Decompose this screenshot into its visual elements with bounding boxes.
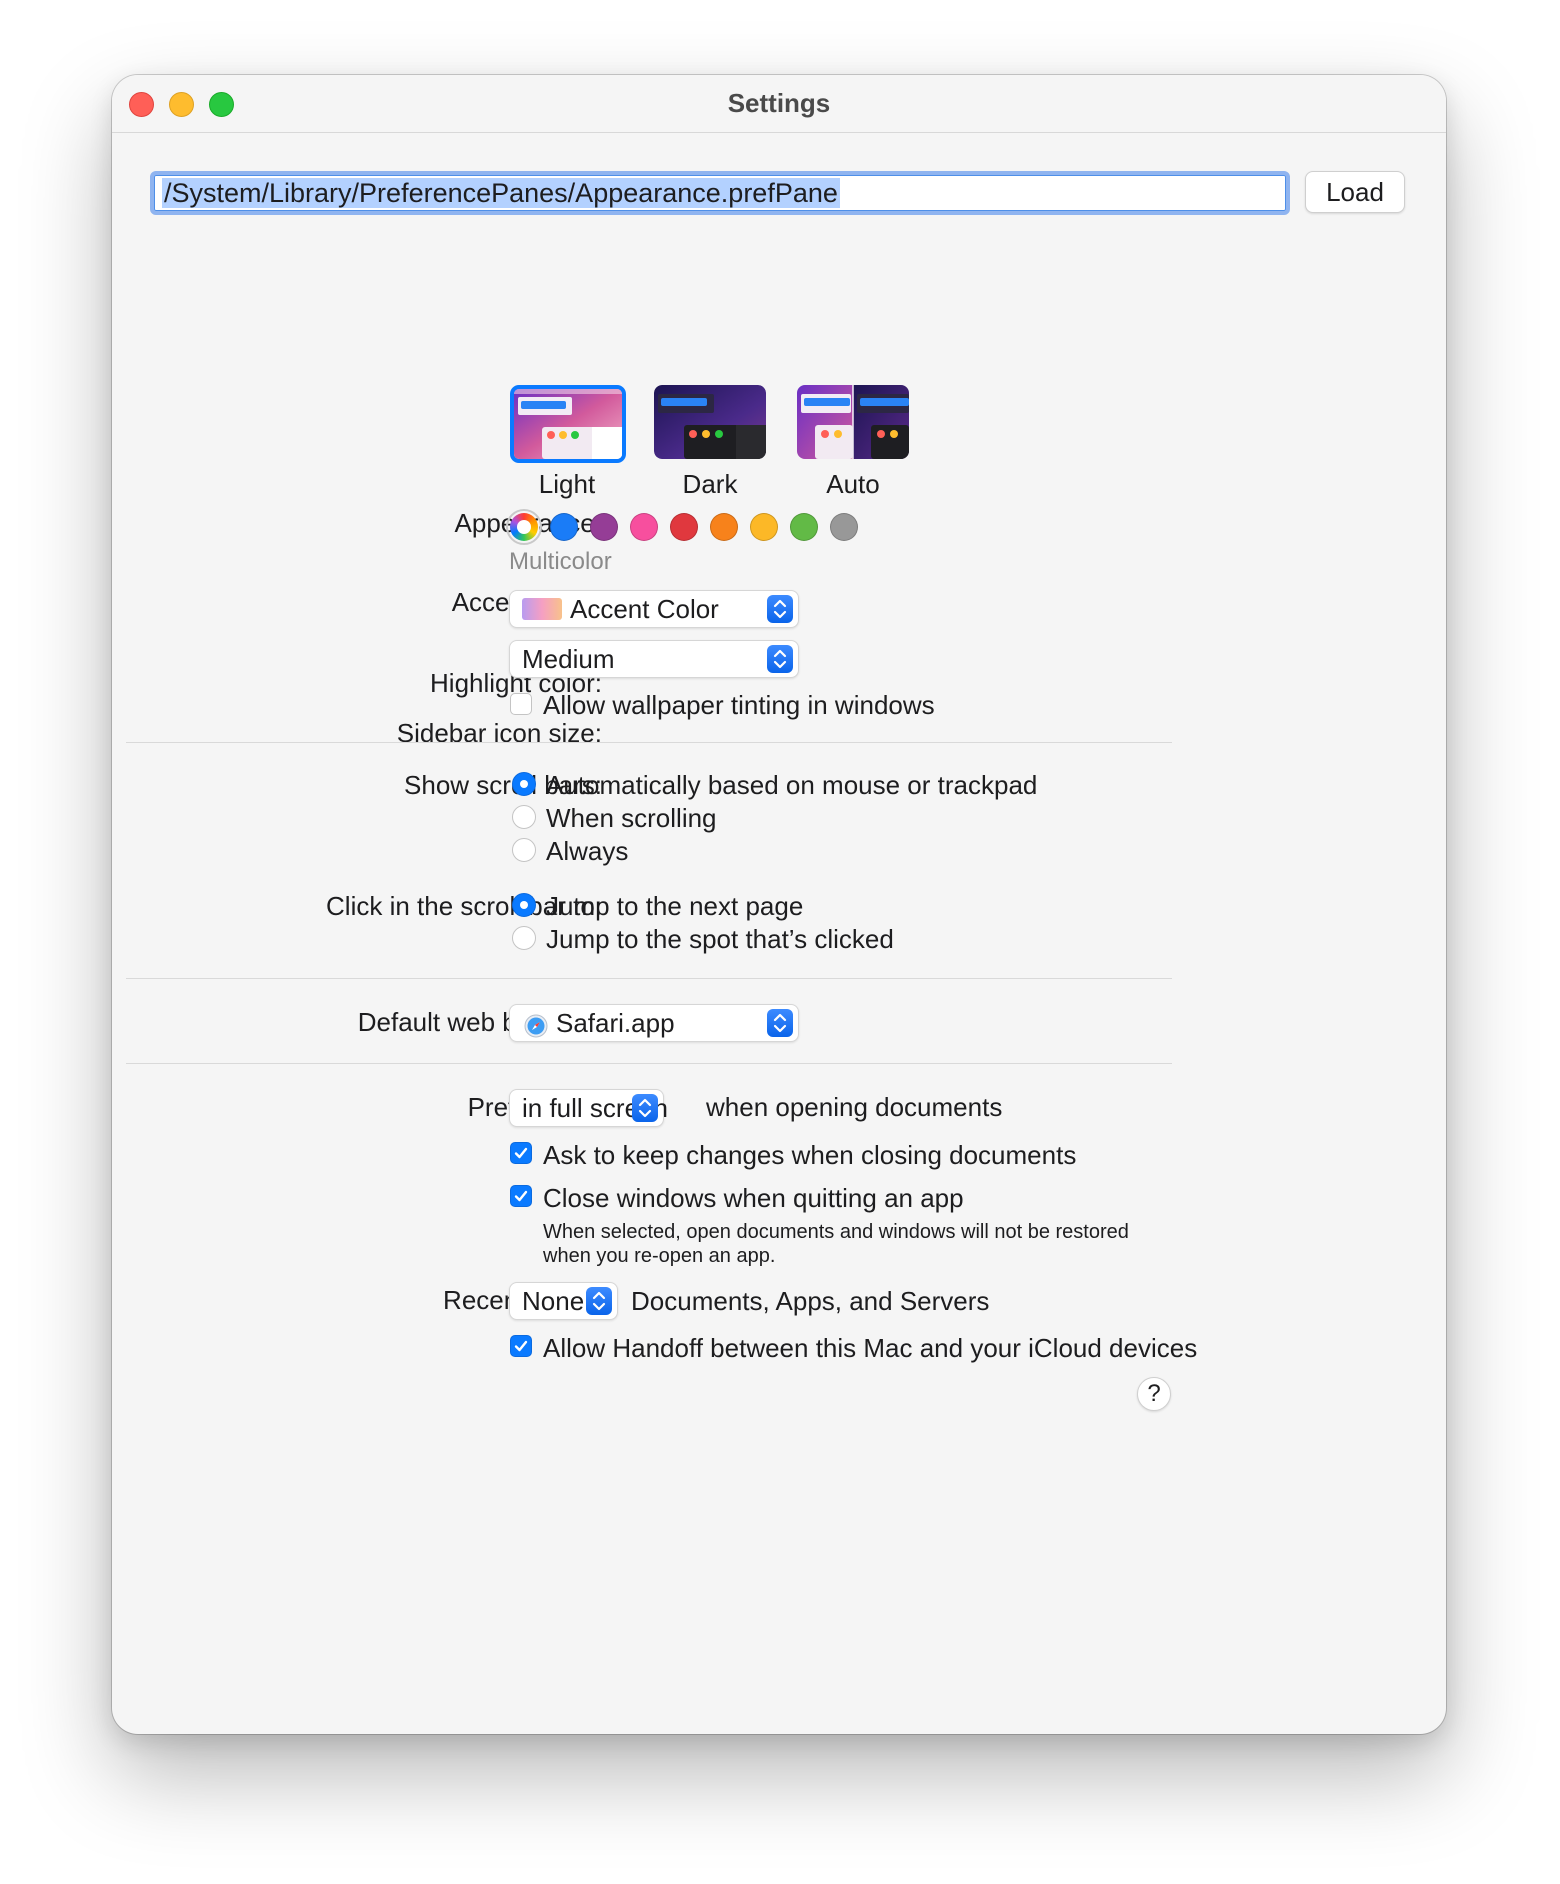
sidebar-icon-size-popup[interactable]: Medium <box>509 640 799 678</box>
accent-blue-swatch[interactable] <box>550 513 578 541</box>
help-button[interactable]: ? <box>1137 1377 1171 1411</box>
window-title: Settings <box>727 88 831 118</box>
section-divider <box>126 742 1172 743</box>
click-scroll-next-page-label: Jump to the next page <box>546 891 804 921</box>
accent-pink-swatch[interactable] <box>630 513 658 541</box>
accent-orange-swatch[interactable] <box>710 513 738 541</box>
click-scroll-spot-label: Jump to the spot that’s clicked <box>546 924 894 954</box>
close-windows-checkbox[interactable] <box>510 1185 532 1207</box>
appearance-dark-thumbnail[interactable] <box>654 385 766 459</box>
accent-multicolor-swatch[interactable] <box>506 509 542 545</box>
handoff-label: Allow Handoff between this Mac and your … <box>543 1333 1198 1363</box>
accent-red-swatch[interactable] <box>670 513 698 541</box>
handoff-checkbox[interactable] <box>510 1335 532 1357</box>
settings-window: Settings /System/Library/PreferencePanes… <box>112 75 1446 1734</box>
sidebar-icon-size-value: Medium <box>522 644 615 674</box>
recent-items-suffix: Documents, Apps, and Servers <box>631 1286 990 1316</box>
pref-pane-path-input[interactable]: /System/Library/PreferencePanes/Appearan… <box>150 171 1290 215</box>
checkmark-icon <box>514 1340 528 1352</box>
accent-purple-swatch[interactable] <box>590 513 618 541</box>
ask-keep-changes-checkbox[interactable] <box>510 1142 532 1164</box>
scroll-bars-always-label: Always <box>546 836 629 866</box>
dark-mode-preview-icon <box>654 385 766 459</box>
chevron-updown-icon <box>767 595 793 623</box>
appearance-light-thumbnail[interactable] <box>510 385 626 463</box>
highlight-color-value: Accent Color <box>570 594 719 624</box>
load-button[interactable]: Load <box>1305 171 1405 213</box>
scroll-bars-auto-radio[interactable] <box>512 772 536 796</box>
ask-keep-changes-label: Ask to keep changes when closing documen… <box>543 1140 1077 1170</box>
appearance-dark-caption: Dark <box>682 469 738 499</box>
chevron-updown-icon <box>586 1287 612 1315</box>
accent-green-swatch[interactable] <box>790 513 818 541</box>
scroll-bars-when-scrolling-label: When scrolling <box>546 803 717 833</box>
click-scroll-spot-radio[interactable] <box>512 926 536 950</box>
section-divider <box>126 1063 1172 1064</box>
close-windows-note: When selected, open documents and window… <box>543 1221 1129 1267</box>
recent-items-popup[interactable]: None <box>509 1282 618 1320</box>
highlight-swatch-icon <box>522 598 562 620</box>
appearance-auto-thumbnail[interactable] <box>797 385 909 459</box>
accent-graphite-swatch[interactable] <box>830 513 858 541</box>
section-divider <box>126 978 1172 979</box>
recent-items-value: None <box>522 1286 585 1316</box>
appearance-light-caption: Light <box>538 469 596 499</box>
sidebar-icon-size-label: Sidebar icon size: <box>396 718 602 748</box>
path-input-value: /System/Library/PreferencePanes/Appearan… <box>162 178 840 208</box>
default-browser-value: Safari.app <box>556 1008 675 1038</box>
light-mode-preview-icon <box>514 389 622 459</box>
prefer-tabs-suffix: when opening documents <box>706 1092 1003 1122</box>
checkmark-icon <box>514 1190 528 1202</box>
scroll-bars-when-scrolling-radio[interactable] <box>512 805 536 829</box>
close-windows-label: Close windows when quitting an app <box>543 1183 964 1213</box>
chevron-updown-icon <box>632 1094 658 1122</box>
chevron-updown-icon <box>767 645 793 673</box>
wallpaper-tinting-checkbox[interactable] <box>510 693 532 715</box>
checkmark-icon <box>514 1147 528 1159</box>
auto-mode-preview-icon <box>797 385 909 459</box>
safari-compass-icon <box>524 1011 548 1038</box>
click-scroll-next-page-radio[interactable] <box>512 893 536 917</box>
title-bar: Settings <box>112 75 1446 133</box>
scroll-bars-always-radio[interactable] <box>512 838 536 862</box>
wallpaper-tinting-label: Allow wallpaper tinting in windows <box>543 690 935 720</box>
accent-selected-name: Multicolor <box>509 548 612 575</box>
chevron-updown-icon <box>767 1009 793 1037</box>
default-browser-popup[interactable]: Safari.app <box>509 1004 799 1042</box>
accent-yellow-swatch[interactable] <box>750 513 778 541</box>
appearance-auto-caption: Auto <box>826 469 880 499</box>
prefer-tabs-popup[interactable]: in full screen <box>509 1089 668 1127</box>
highlight-color-popup[interactable]: Accent Color <box>509 590 799 628</box>
scroll-bars-auto-label: Automatically based on mouse or trackpad <box>546 770 1038 800</box>
